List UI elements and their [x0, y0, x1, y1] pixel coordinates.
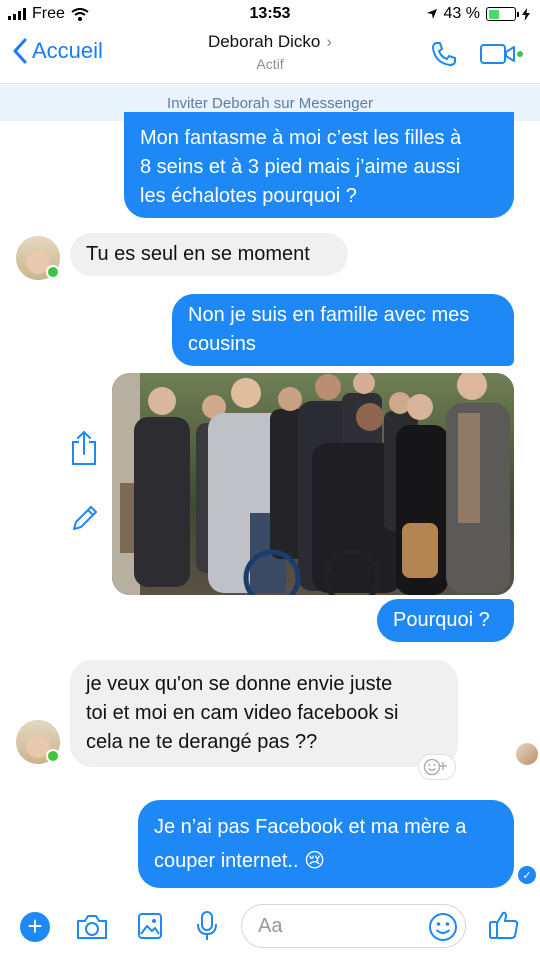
camera-icon[interactable]	[76, 914, 108, 940]
video-call-icon[interactable]	[480, 42, 524, 66]
thumbs-up-icon[interactable]	[488, 909, 520, 941]
online-indicator	[46, 749, 60, 763]
location-icon	[426, 9, 437, 19]
battery-percent: 43 %	[443, 5, 480, 22]
battery-icon	[486, 7, 519, 21]
message-bubble-incoming[interactable]: Tu es seul en se moment	[70, 233, 348, 276]
conversation-header: Accueil Deborah Dicko › Actif	[0, 28, 540, 84]
message-composer: +	[0, 900, 540, 960]
delivered-check-icon: ✓	[518, 866, 536, 884]
message-bubble-incoming[interactable]: je veux qu'on se donne envie juste toi e…	[70, 660, 458, 767]
message-bubble-outgoing[interactable]: Pourquoi ?	[377, 599, 514, 642]
plus-icon[interactable]: +	[20, 912, 50, 942]
online-indicator	[46, 265, 60, 279]
add-reaction-button[interactable]	[418, 754, 456, 780]
photo-image	[112, 373, 514, 595]
message-bubble-outgoing[interactable]: Non je suis en famille avec mes cousins	[172, 294, 514, 366]
charging-icon	[522, 7, 530, 21]
phone-icon[interactable]	[430, 40, 458, 68]
chevron-right-icon: ›	[326, 32, 333, 51]
smiley-plus-icon	[423, 758, 447, 776]
edit-pencil-icon[interactable]	[70, 503, 100, 533]
photo-gallery-icon[interactable]	[137, 912, 163, 940]
microphone-icon[interactable]	[196, 910, 218, 942]
message-bubble-outgoing[interactable]: Je n’ai pas Facebook et ma mère a couper…	[138, 800, 514, 888]
contact-name: Deborah Dicko	[207, 32, 321, 51]
status-right: 43 %	[426, 5, 530, 23]
header-actions	[430, 40, 524, 68]
message-bubble-outgoing[interactable]: Mon fantasme à moi c’est les filles à 8 …	[124, 112, 514, 218]
status-bar: Free 13:53 43 %	[0, 0, 540, 28]
shared-photo[interactable]	[112, 373, 514, 595]
emoji-icon[interactable]	[428, 912, 458, 942]
share-icon[interactable]	[70, 430, 98, 466]
seen-avatar	[516, 743, 538, 765]
